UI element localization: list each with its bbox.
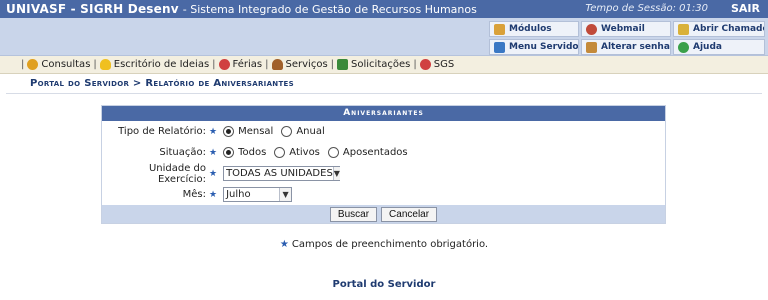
situation-ativos-radio[interactable]: Ativos [274, 147, 320, 158]
report-type-label: Tipo de Relatório: [118, 126, 206, 137]
form-footer: Buscar Cancelar [102, 205, 665, 223]
user-icon [271, 59, 283, 70]
webmail-icon [586, 23, 597, 35]
report-type-mensal-radio[interactable]: Mensal [223, 126, 273, 137]
chevron-down-icon: ▼ [279, 188, 292, 201]
search-button[interactable]: Buscar [329, 206, 378, 222]
menu-item-escritorio-ideias[interactable]: Escritório de Ideias [99, 59, 209, 70]
help-button[interactable]: Ajuda [673, 39, 765, 55]
birthday-report-form: Aniversariantes Tipo de Relatório: ★ Men… [101, 105, 666, 224]
lifebuoy-icon [218, 59, 230, 70]
situation-aposentados-radio[interactable]: Aposentados [327, 147, 408, 158]
cancel-button[interactable]: Cancelar [381, 206, 438, 222]
menu-item-solicitacoes[interactable]: Solicitações [337, 59, 410, 70]
quick-links: Módulos Webmail Abrir Chamado Menu Servi… [489, 21, 765, 55]
form-caption: Aniversariantes [102, 106, 665, 121]
system-name: UNIVASF - SIGRH Desenv [6, 2, 179, 16]
webmail-button[interactable]: Webmail [581, 21, 671, 37]
main-menu: | Consultas | Escritório de Ideias | Fér… [0, 56, 768, 74]
system-subtitle: - Sistema Integrado de Gestão de Recurso… [182, 2, 477, 16]
situation-label: Situação: [159, 147, 206, 158]
menu-servidor-icon [494, 41, 505, 53]
header: Módulos Webmail Abrir Chamado Menu Servi… [0, 18, 768, 56]
search-icon [27, 59, 39, 70]
unit-select[interactable]: TODAS AS UNIDADES ▼ [223, 166, 341, 181]
ticket-icon [678, 23, 689, 35]
required-star-icon: ★ [209, 168, 218, 179]
password-icon [586, 41, 597, 53]
required-star-icon: ★ [279, 239, 289, 250]
top-bar: UNIVASF - SIGRH Desenv - Sistema Integra… [0, 0, 768, 18]
menu-item-ferias[interactable]: Férias [218, 59, 262, 70]
menu-item-sgs[interactable]: SGS [419, 59, 454, 70]
report-type-row: Tipo de Relatório: ★ Mensal Anual [102, 121, 665, 142]
lightbulb-icon [99, 59, 111, 70]
modules-button[interactable]: Módulos [489, 21, 579, 37]
change-password-button[interactable]: Alterar senha [581, 39, 671, 55]
open-ticket-button[interactable]: Abrir Chamado [673, 21, 765, 37]
menu-item-consultas[interactable]: Consultas [27, 59, 90, 70]
portal-servidor-link[interactable]: Portal do Servidor [0, 279, 768, 290]
unit-label: Unidade do Exercício: [148, 162, 206, 185]
required-note: ★ Campos de preenchimento obrigatório. [279, 239, 489, 250]
lifebuoy-icon [419, 59, 431, 70]
situation-todos-radio[interactable]: Todos [223, 147, 266, 158]
help-icon [678, 41, 689, 53]
report-type-anual-radio[interactable]: Anual [281, 126, 325, 137]
required-star-icon: ★ [209, 147, 218, 158]
month-select[interactable]: Julho ▼ [223, 187, 293, 202]
document-icon [337, 59, 349, 70]
menu-item-servicos[interactable]: Serviços [271, 59, 328, 70]
required-star-icon: ★ [209, 126, 218, 137]
session-timer: Tempo de Sessão: 01:30 [585, 3, 708, 14]
month-label: Mês: [182, 189, 206, 200]
modules-icon [494, 23, 505, 35]
month-row: Mês: ★ Julho ▼ [102, 184, 665, 205]
required-star-icon: ★ [209, 189, 218, 200]
unit-row: Unidade do Exercício: ★ TODAS AS UNIDADE… [102, 162, 665, 185]
breadcrumb: Portal do Servidor > Relatório de Aniver… [6, 74, 762, 94]
situation-row: Situação: ★ Todos Ativos Aposentados [102, 142, 665, 163]
menu-servidor-button[interactable]: Menu Servidor [489, 39, 579, 55]
chevron-down-icon: ▼ [332, 167, 340, 180]
logout-link[interactable]: SAIR [731, 2, 760, 15]
